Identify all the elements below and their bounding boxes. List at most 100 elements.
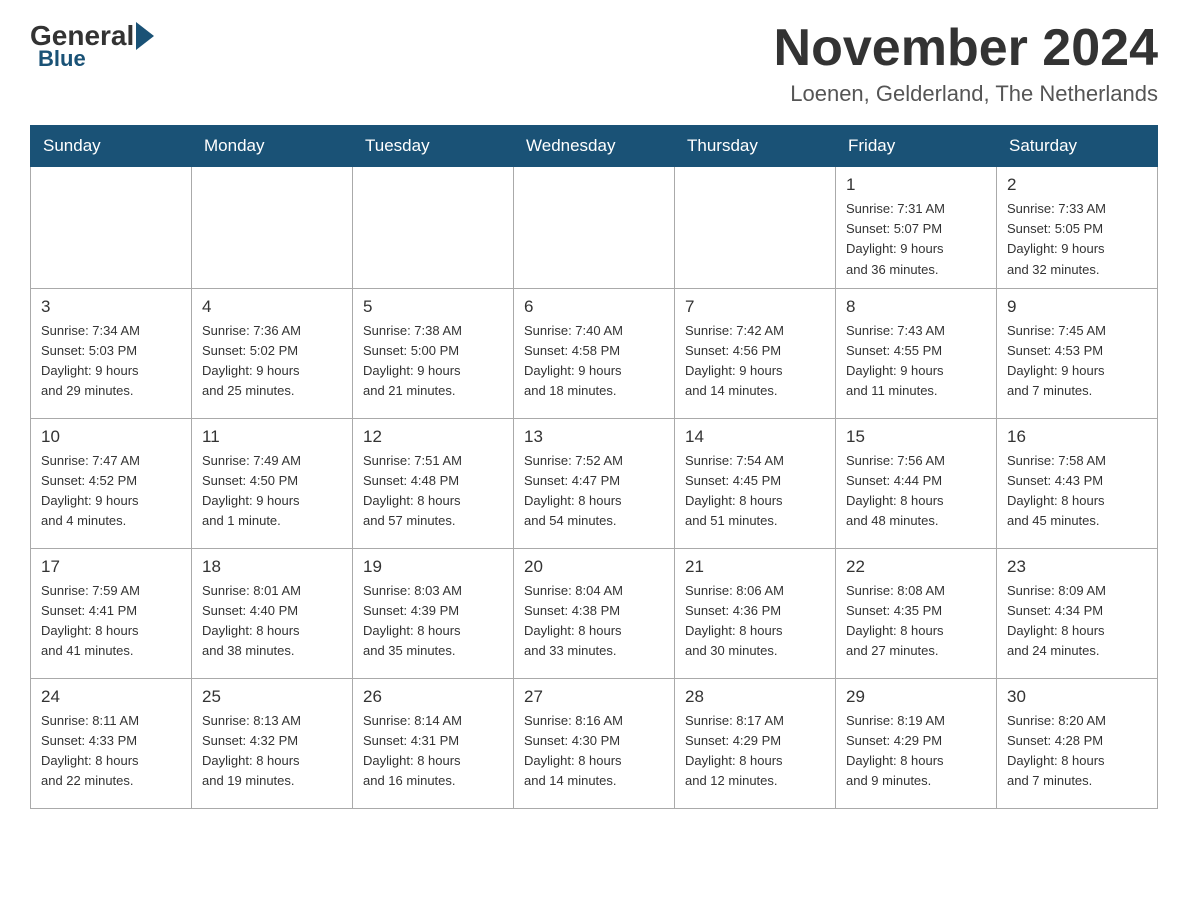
- logo: General Blue: [30, 20, 156, 72]
- day-info: Sunrise: 7:51 AMSunset: 4:48 PMDaylight:…: [363, 451, 503, 532]
- calendar-cell: 11 Sunrise: 7:49 AMSunset: 4:50 PMDayligh…: [192, 418, 353, 548]
- calendar-cell: [353, 167, 514, 289]
- day-info: Sunrise: 7:43 AMSunset: 4:55 PMDaylight:…: [846, 321, 986, 402]
- day-number: 16: [1007, 427, 1147, 447]
- day-info: Sunrise: 7:59 AMSunset: 4:41 PMDaylight:…: [41, 581, 181, 662]
- calendar-week-row: 24Sunrise: 8:11 AMSunset: 4:33 PMDayligh…: [31, 678, 1158, 808]
- calendar-cell: 3 Sunrise: 7:34 AMSunset: 5:03 PMDaylight…: [31, 288, 192, 418]
- day-info: Sunrise: 8:01 AMSunset: 4:40 PMDaylight:…: [202, 581, 342, 662]
- day-info: Sunrise: 8:04 AMSunset: 4:38 PMDaylight:…: [524, 581, 664, 662]
- calendar-cell: 1 Sunrise: 7:31 AMSunset: 5:07 PMDaylight…: [836, 167, 997, 289]
- calendar-cell: [514, 167, 675, 289]
- day-info: Sunrise: 7:56 AMSunset: 4:44 PMDaylight:…: [846, 451, 986, 532]
- day-info: Sunrise: 8:19 AMSunset: 4:29 PMDaylight:…: [846, 711, 986, 792]
- calendar-cell: 22 Sunrise: 8:08 AMSunset: 4:35 PMDayligh…: [836, 548, 997, 678]
- calendar-cell: 20 Sunrise: 8:04 AMSunset: 4:38 PMDayligh…: [514, 548, 675, 678]
- day-number: 14: [685, 427, 825, 447]
- calendar-cell: 26 Sunrise: 8:14 AMSunset: 4:31 PMDayligh…: [353, 678, 514, 808]
- day-number: 11: [202, 427, 342, 447]
- weekday-header-monday: Monday: [192, 126, 353, 167]
- weekday-header-wednesday: Wednesday: [514, 126, 675, 167]
- day-number: 6: [524, 297, 664, 317]
- day-info: Sunrise: 7:47 AMSunset: 4:52 PMDaylight:…: [41, 451, 181, 532]
- day-number: 22: [846, 557, 986, 577]
- day-info: Sunrise: 8:20 AMSunset: 4:28 PMDaylight:…: [1007, 711, 1147, 792]
- day-number: 17: [41, 557, 181, 577]
- day-number: 29: [846, 687, 986, 707]
- title-area: November 2024 Loenen, Gelderland, The Ne…: [774, 20, 1158, 107]
- calendar-cell: 7Sunrise: 7:42 AMSunset: 4:56 PMDaylight…: [675, 288, 836, 418]
- day-number: 1: [846, 175, 986, 195]
- calendar-cell: 17 Sunrise: 7:59 AMSunset: 4:41 PMDayligh…: [31, 548, 192, 678]
- calendar-cell: [675, 167, 836, 289]
- calendar-week-row: 1 Sunrise: 7:31 AMSunset: 5:07 PMDaylight…: [31, 167, 1158, 289]
- weekday-header-tuesday: Tuesday: [353, 126, 514, 167]
- day-number: 26: [363, 687, 503, 707]
- day-number: 5: [363, 297, 503, 317]
- calendar-week-row: 17 Sunrise: 7:59 AMSunset: 4:41 PMDayligh…: [31, 548, 1158, 678]
- calendar-cell: 21Sunrise: 8:06 AMSunset: 4:36 PMDayligh…: [675, 548, 836, 678]
- day-number: 30: [1007, 687, 1147, 707]
- calendar-cell: [192, 167, 353, 289]
- calendar-cell: 8 Sunrise: 7:43 AMSunset: 4:55 PMDaylight…: [836, 288, 997, 418]
- day-number: 7: [685, 297, 825, 317]
- calendar-cell: 18 Sunrise: 8:01 AMSunset: 4:40 PMDayligh…: [192, 548, 353, 678]
- day-number: 27: [524, 687, 664, 707]
- day-number: 23: [1007, 557, 1147, 577]
- calendar-cell: 24Sunrise: 8:11 AMSunset: 4:33 PMDayligh…: [31, 678, 192, 808]
- weekday-header-saturday: Saturday: [997, 126, 1158, 167]
- day-info: Sunrise: 7:52 AMSunset: 4:47 PMDaylight:…: [524, 451, 664, 532]
- day-number: 8: [846, 297, 986, 317]
- day-number: 10: [41, 427, 181, 447]
- location-subtitle: Loenen, Gelderland, The Netherlands: [774, 81, 1158, 107]
- weekday-header-sunday: Sunday: [31, 126, 192, 167]
- calendar-table: SundayMondayTuesdayWednesdayThursdayFrid…: [30, 125, 1158, 809]
- day-info: Sunrise: 7:54 AMSunset: 4:45 PMDaylight:…: [685, 451, 825, 532]
- day-info: Sunrise: 7:38 AMSunset: 5:00 PMDaylight:…: [363, 321, 503, 402]
- calendar-cell: 13 Sunrise: 7:52 AMSunset: 4:47 PMDayligh…: [514, 418, 675, 548]
- day-info: Sunrise: 8:16 AMSunset: 4:30 PMDaylight:…: [524, 711, 664, 792]
- calendar-cell: 29 Sunrise: 8:19 AMSunset: 4:29 PMDayligh…: [836, 678, 997, 808]
- calendar-cell: 12 Sunrise: 7:51 AMSunset: 4:48 PMDayligh…: [353, 418, 514, 548]
- calendar-cell: 25 Sunrise: 8:13 AMSunset: 4:32 PMDayligh…: [192, 678, 353, 808]
- calendar-cell: 2Sunrise: 7:33 AMSunset: 5:05 PMDaylight…: [997, 167, 1158, 289]
- day-number: 15: [846, 427, 986, 447]
- day-number: 12: [363, 427, 503, 447]
- day-info: Sunrise: 7:34 AMSunset: 5:03 PMDaylight:…: [41, 321, 181, 402]
- logo-arrow-icon: [136, 22, 154, 50]
- day-info: Sunrise: 8:03 AMSunset: 4:39 PMDaylight:…: [363, 581, 503, 662]
- calendar-cell: 23 Sunrise: 8:09 AMSunset: 4:34 PMDayligh…: [997, 548, 1158, 678]
- day-info: Sunrise: 7:31 AMSunset: 5:07 PMDaylight:…: [846, 199, 986, 280]
- month-title: November 2024: [774, 20, 1158, 77]
- weekday-header-thursday: Thursday: [675, 126, 836, 167]
- day-number: 19: [363, 557, 503, 577]
- day-info: Sunrise: 8:09 AMSunset: 4:34 PMDaylight:…: [1007, 581, 1147, 662]
- weekday-header-row: SundayMondayTuesdayWednesdayThursdayFrid…: [31, 126, 1158, 167]
- calendar-cell: 4Sunrise: 7:36 AMSunset: 5:02 PMDaylight…: [192, 288, 353, 418]
- calendar-cell: 5 Sunrise: 7:38 AMSunset: 5:00 PMDaylight…: [353, 288, 514, 418]
- day-number: 18: [202, 557, 342, 577]
- day-info: Sunrise: 7:58 AMSunset: 4:43 PMDaylight:…: [1007, 451, 1147, 532]
- calendar-cell: 10 Sunrise: 7:47 AMSunset: 4:52 PMDayligh…: [31, 418, 192, 548]
- calendar-cell: 16 Sunrise: 7:58 AMSunset: 4:43 PMDayligh…: [997, 418, 1158, 548]
- weekday-header-friday: Friday: [836, 126, 997, 167]
- page-header: General Blue November 2024 Loenen, Gelde…: [30, 20, 1158, 107]
- day-number: 25: [202, 687, 342, 707]
- day-number: 9: [1007, 297, 1147, 317]
- calendar-cell: 15 Sunrise: 7:56 AMSunset: 4:44 PMDayligh…: [836, 418, 997, 548]
- day-number: 20: [524, 557, 664, 577]
- day-info: Sunrise: 8:14 AMSunset: 4:31 PMDaylight:…: [363, 711, 503, 792]
- calendar-cell: 6 Sunrise: 7:40 AMSunset: 4:58 PMDaylight…: [514, 288, 675, 418]
- day-number: 21: [685, 557, 825, 577]
- day-info: Sunrise: 8:08 AMSunset: 4:35 PMDaylight:…: [846, 581, 986, 662]
- day-info: Sunrise: 7:49 AMSunset: 4:50 PMDaylight:…: [202, 451, 342, 532]
- day-info: Sunrise: 7:45 AMSunset: 4:53 PMDaylight:…: [1007, 321, 1147, 402]
- day-info: Sunrise: 7:40 AMSunset: 4:58 PMDaylight:…: [524, 321, 664, 402]
- calendar-cell: 9 Sunrise: 7:45 AMSunset: 4:53 PMDaylight…: [997, 288, 1158, 418]
- calendar-week-row: 10 Sunrise: 7:47 AMSunset: 4:52 PMDayligh…: [31, 418, 1158, 548]
- day-number: 3: [41, 297, 181, 317]
- day-info: Sunrise: 8:13 AMSunset: 4:32 PMDaylight:…: [202, 711, 342, 792]
- day-number: 13: [524, 427, 664, 447]
- calendar-cell: 19 Sunrise: 8:03 AMSunset: 4:39 PMDayligh…: [353, 548, 514, 678]
- day-number: 4: [202, 297, 342, 317]
